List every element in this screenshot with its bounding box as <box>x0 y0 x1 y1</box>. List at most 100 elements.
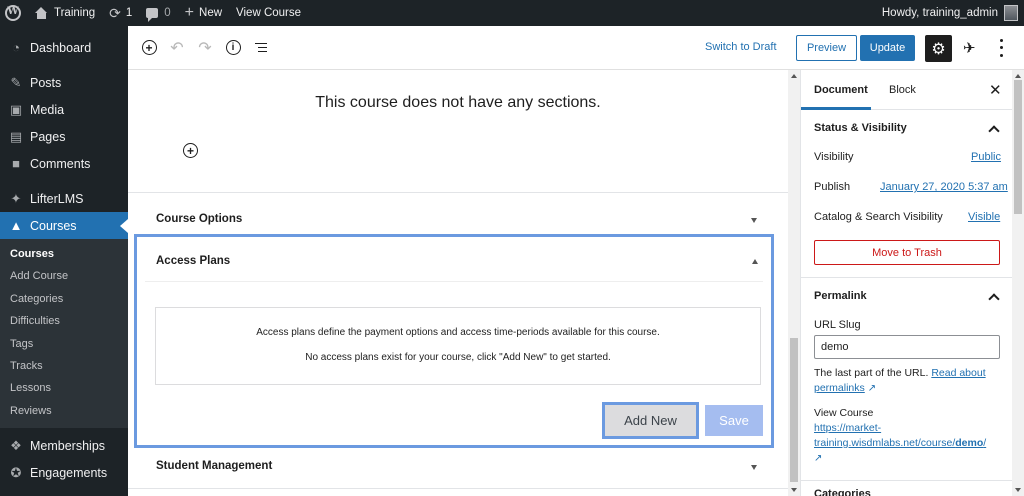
settings-scrollbar[interactable] <box>1012 70 1024 496</box>
permalink-help: The last part of the URL. Read about per… <box>814 366 1004 396</box>
permalink-header[interactable]: Permalink <box>814 290 867 302</box>
submenu-difficulties[interactable]: Difficulties <box>0 310 128 332</box>
info-icon: i <box>225 40 241 55</box>
close-icon[interactable]: ✕ <box>989 81 1002 99</box>
access-plans-header[interactable]: Access Plans <box>156 255 230 267</box>
categories-header[interactable]: Categories <box>814 488 871 496</box>
settings-sidebar: Document Block ✕ Status & Visibility Vis… <box>800 70 1012 496</box>
scroll-up-arrow[interactable] <box>791 74 797 78</box>
redo-button[interactable]: ↷ <box>191 34 219 62</box>
submenu-tracks[interactable]: Tracks <box>0 355 128 377</box>
site-name: Training <box>54 7 96 19</box>
publish-label: Publish <box>814 181 851 193</box>
submenu-reviews[interactable]: Reviews <box>0 400 128 422</box>
redo-icon: ↷ <box>198 39 212 57</box>
scroll-up-arrow[interactable] <box>1015 74 1021 78</box>
submenu-courses[interactable]: Courses <box>0 243 128 265</box>
plus-circle-icon: + <box>141 40 157 55</box>
caret-down-icon[interactable] <box>751 218 757 223</box>
scroll-down-arrow[interactable] <box>791 488 797 492</box>
sidebar-item-label: LifterLMS <box>30 191 84 206</box>
panel-divider <box>801 480 1012 481</box>
preview-button[interactable]: Preview <box>796 35 857 61</box>
caret-down-icon[interactable] <box>751 465 757 470</box>
tab-document[interactable]: Document <box>814 84 868 96</box>
access-plans-description: Access plans define the payment options … <box>256 327 660 338</box>
sidebar-item-engagements[interactable]: ✪ Engagements <box>0 459 128 486</box>
visibility-label: Visibility <box>814 151 854 163</box>
divider <box>128 488 788 489</box>
undo-button[interactable]: ↶ <box>163 34 191 62</box>
updates-link[interactable]: ⟳ 1 <box>102 0 139 26</box>
sidebar-item-posts[interactable]: ✎ Posts <box>0 69 128 96</box>
comments-link[interactable]: 0 <box>139 0 177 26</box>
dashboard-icon: ◔ <box>12 39 20 55</box>
course-options-header[interactable]: Course Options <box>156 213 242 225</box>
submenu-tags[interactable]: Tags <box>0 333 128 355</box>
access-plans-metabox: Access Plans Access plans define the pay… <box>134 234 774 448</box>
switch-to-draft-button[interactable]: Switch to Draft <box>705 41 777 53</box>
courses-submenu: Courses Add Course Categories Difficulti… <box>0 239 128 429</box>
engagements-icon: ✪ <box>10 464 22 480</box>
view-course-link[interactable]: View Course <box>229 0 308 26</box>
sidebar-item-label: Comments <box>30 156 91 171</box>
move-to-trash-button[interactable]: Move to Trash <box>814 240 1000 265</box>
url-slug-input[interactable] <box>814 335 1000 359</box>
sidebar-tabs: Document Block ✕ <box>801 70 1012 110</box>
dot-icon <box>999 46 1003 50</box>
scroll-down-arrow[interactable] <box>1015 488 1021 492</box>
update-button[interactable]: Update <box>860 35 915 61</box>
submenu-lessons[interactable]: Lessons <box>0 377 128 399</box>
dot-icon <box>999 53 1003 57</box>
rocket-icon: ✈ <box>963 40 976 57</box>
tab-block[interactable]: Block <box>889 84 916 96</box>
sidebar-item-media[interactable]: ▣ Media <box>0 96 128 123</box>
status-visibility-header[interactable]: Status & Visibility <box>814 122 907 134</box>
updates-icon: ⟳ <box>109 4 121 21</box>
settings-button[interactable]: ⚙ <box>925 35 952 62</box>
sidebar-item-pages[interactable]: ▤ Pages <box>0 123 128 150</box>
sidebar-item-courses[interactable]: ▲ Courses <box>0 212 128 239</box>
new-content-link[interactable]: + New <box>178 0 229 26</box>
permalinks-link[interactable]: permalinks <box>814 382 865 394</box>
my-account-link[interactable]: Howdy, training_admin <box>875 0 1024 26</box>
block-navigation-button[interactable] <box>247 34 275 62</box>
catalog-visibility-link[interactable]: Visible <box>968 211 1000 223</box>
undo-icon: ↶ <box>170 39 184 57</box>
memberships-icon: ❖ <box>10 437 22 453</box>
site-name-link[interactable]: Training <box>28 0 102 26</box>
inserter-plus-icon[interactable]: + <box>183 143 198 158</box>
add-new-button[interactable]: Add New <box>602 402 699 439</box>
content-scrollbar[interactable] <box>788 70 800 496</box>
read-about-link[interactable]: Read about <box>931 367 985 379</box>
access-plans-empty-notice: Access plans define the payment options … <box>155 307 761 385</box>
add-block-button[interactable]: + <box>135 34 163 62</box>
sidebar-item-lifterlms[interactable]: ✦ LifterLMS <box>0 185 128 212</box>
submenu-add-course[interactable]: Add Course <box>0 265 128 287</box>
url-slug-part: demo <box>955 437 984 449</box>
sidebar-item-dashboard[interactable]: ◔ Dashboard <box>0 34 128 61</box>
wordpress-logo-button[interactable] <box>0 0 28 26</box>
save-button[interactable]: Save <box>705 405 763 436</box>
student-management-header[interactable]: Student Management <box>156 460 272 472</box>
scrollbar-thumb[interactable] <box>1014 80 1022 214</box>
publish-date-link[interactable]: January 27, 2020 5:37 am <box>880 181 1008 193</box>
sidebar-item-comments[interactable]: ■ Comments <box>0 150 128 177</box>
chevron-up-icon[interactable] <box>988 125 1000 137</box>
content-info-button[interactable]: i <box>219 34 247 62</box>
howdy-text: Howdy, training_admin <box>881 7 998 19</box>
gear-icon: ⚙ <box>931 40 946 58</box>
active-tab-indicator <box>801 107 871 110</box>
chevron-up-icon[interactable] <box>988 293 1000 305</box>
more-options-button[interactable] <box>996 37 1006 59</box>
sidebar-item-label: Posts <box>30 75 62 90</box>
scrollbar-thumb[interactable] <box>790 338 798 482</box>
submenu-categories[interactable]: Categories <box>0 288 128 310</box>
caret-up-icon[interactable] <box>752 259 758 264</box>
url-part: / <box>983 437 987 449</box>
url-slug-label: URL Slug <box>814 319 861 331</box>
lifterlms-plugin-button[interactable]: ✈ <box>963 39 981 57</box>
course-url-link[interactable]: https://market-training.wisdmlabs.net/co… <box>814 422 986 449</box>
visibility-link[interactable]: Public <box>971 151 1001 163</box>
sidebar-item-memberships[interactable]: ❖ Memberships <box>0 432 128 459</box>
